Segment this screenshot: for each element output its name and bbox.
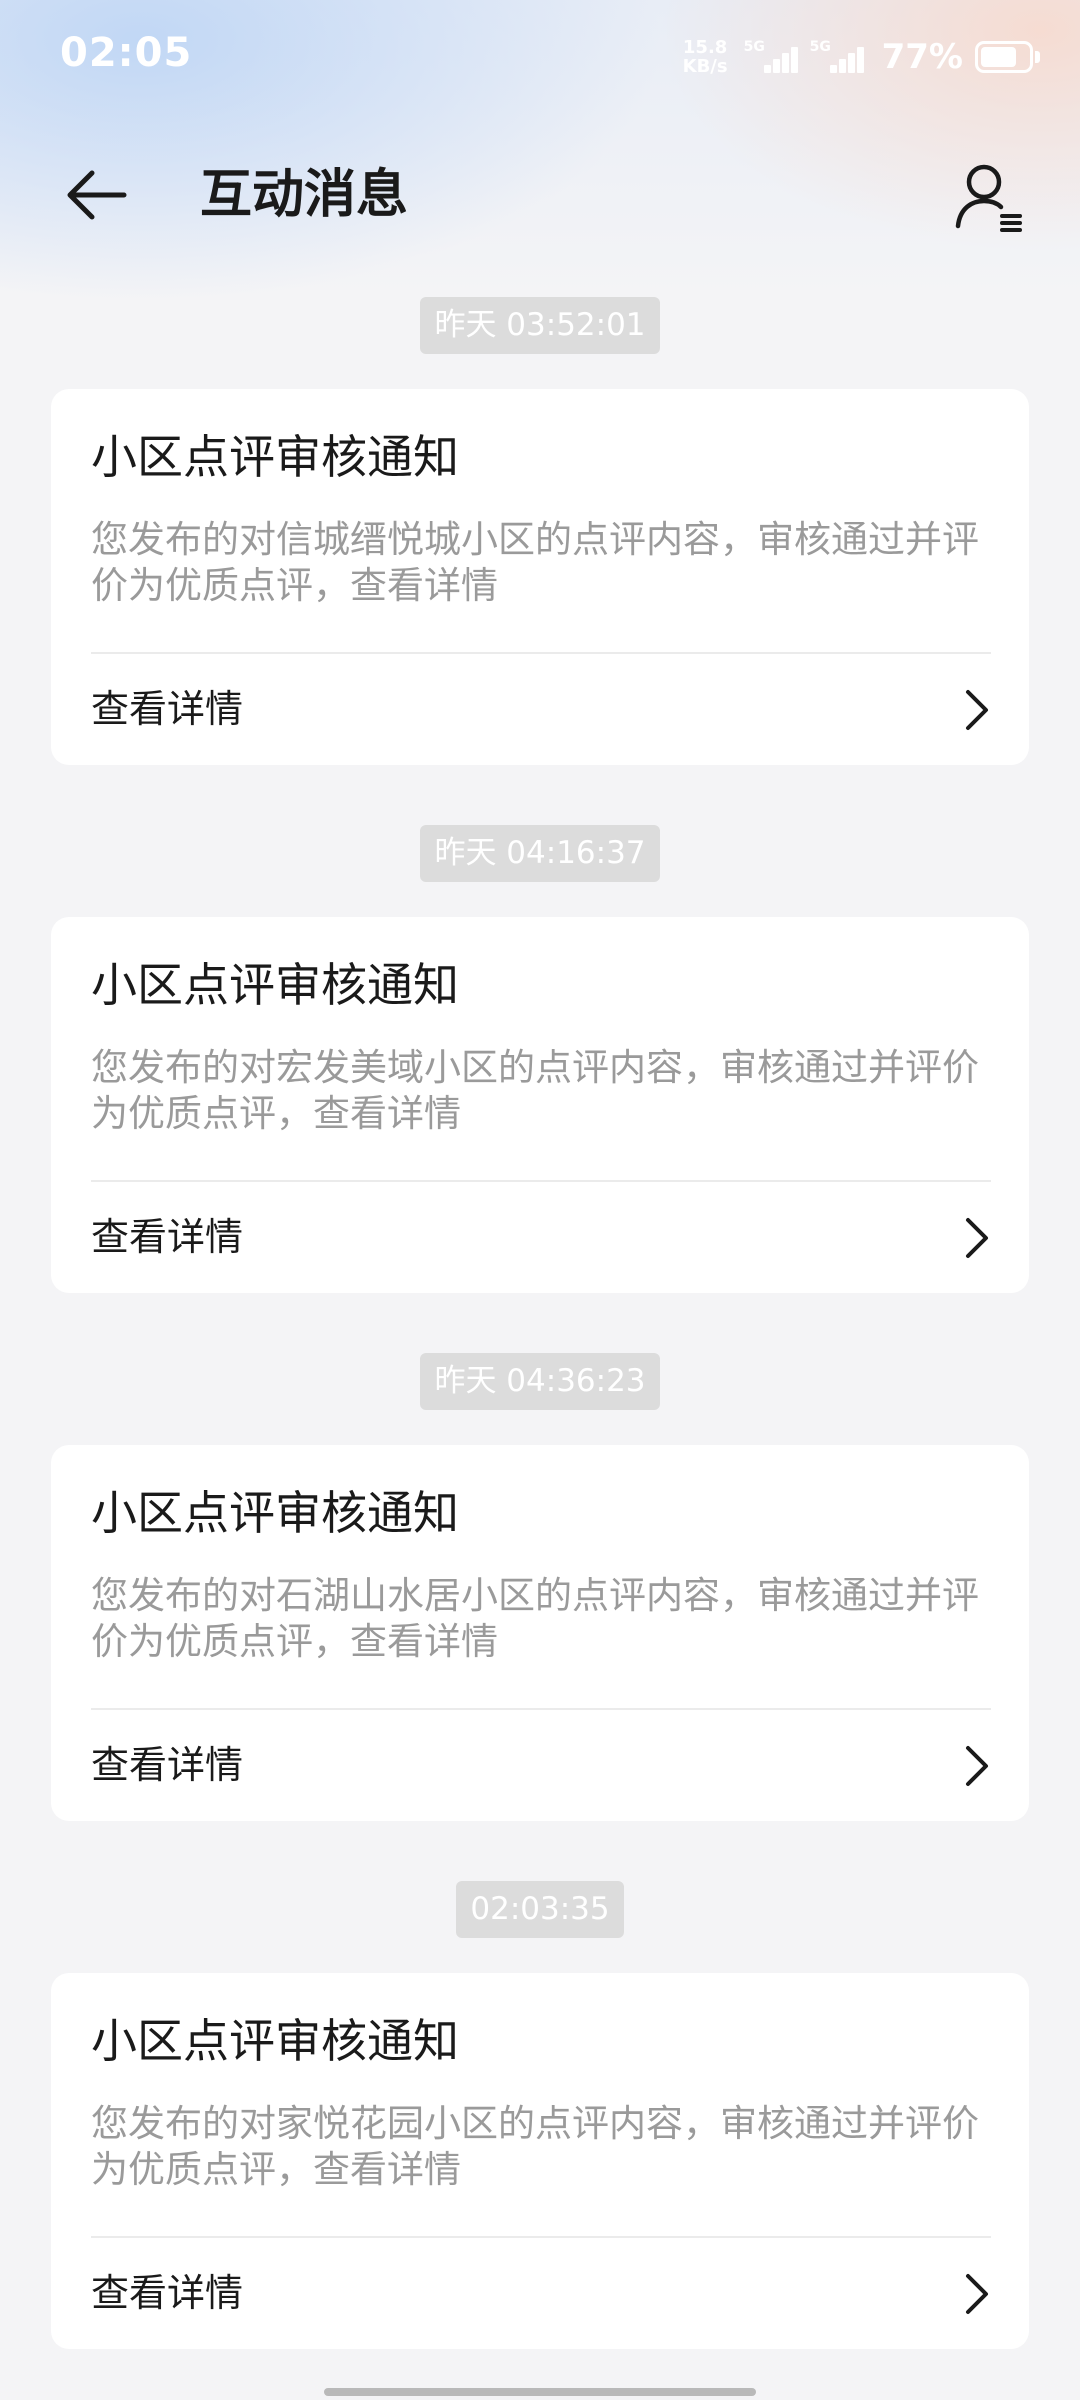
- message-title: 小区点评审核通知: [91, 430, 459, 484]
- battery-cap: [1035, 51, 1040, 63]
- sim2-network-label: 5G: [809, 39, 831, 55]
- message-timestamp: 昨天 04:36:23: [420, 1353, 660, 1410]
- view-details-label: 查看详情: [91, 1215, 244, 1259]
- message-body: 您发布的对石湖山水居小区的点评内容，审核通过并评价为优质点评，查看详情: [91, 1574, 979, 1663]
- page-title: 互动消息: [200, 165, 409, 225]
- view-details-label: 查看详情: [91, 1743, 244, 1787]
- chevron-right-icon: [966, 2274, 988, 2314]
- view-details-label: 查看详情: [91, 687, 244, 731]
- message-title: 小区点评审核通知: [91, 958, 459, 1012]
- chevron-right-icon: [966, 1746, 988, 1786]
- chevron-right-icon: [966, 1218, 988, 1258]
- message-card[interactable]: 小区点评审核通知 您发布的对家悦花园小区的点评内容，审核通过并评价为优质点评，查…: [51, 1973, 1029, 2349]
- status-icons: 15.8 KB/s 5G 5G 77%: [683, 34, 1040, 80]
- view-details-link[interactable]: 查看详情: [51, 1182, 1029, 1293]
- chevron-right-icon: [966, 690, 988, 730]
- network-speed-unit: KB/s: [682, 56, 728, 77]
- network-speed: 15.8 KB/s: [683, 38, 728, 76]
- message-card[interactable]: 小区点评审核通知 您发布的对宏发美域小区的点评内容，审核通过并评价为优质点评，查…: [51, 917, 1029, 1293]
- message-timestamp: 02:03:35: [456, 1881, 624, 1938]
- message-card[interactable]: 小区点评审核通知 您发布的对信城缙悦城小区的点评内容，审核通过并评价为优质点评，…: [51, 389, 1029, 765]
- timestamp-row: 昨天 04:36:23: [0, 1353, 1080, 1410]
- message-body: 您发布的对信城缙悦城小区的点评内容，审核通过并评价为优质点评，查看详情: [91, 518, 979, 607]
- view-details-link[interactable]: 查看详情: [51, 1710, 1029, 1821]
- message-timestamp: 昨天 03:52:01: [420, 297, 660, 354]
- network-speed-value: 15.8: [682, 37, 728, 58]
- view-details-link[interactable]: 查看详情: [51, 2238, 1029, 2349]
- home-indicator[interactable]: [324, 2388, 756, 2396]
- battery-icon: [975, 41, 1033, 73]
- message-title: 小区点评审核通知: [91, 2014, 459, 2068]
- message-list: 昨天 03:52:01 小区点评审核通知 您发布的对信城缙悦城小区的点评内容，审…: [0, 297, 1080, 2349]
- user-settings-icon: [955, 164, 1022, 232]
- timestamp-row: 昨天 04:16:37: [0, 825, 1080, 882]
- user-settings-button[interactable]: [952, 160, 1028, 236]
- signal-bars-icon: 5G: [744, 37, 800, 77]
- battery-percent: 77%: [881, 37, 963, 77]
- message-body: 您发布的对宏发美域小区的点评内容，审核通过并评价为优质点评，查看详情: [91, 1046, 979, 1135]
- signal-bars-icon: 5G: [810, 37, 866, 77]
- sim1-network-label: 5G: [743, 39, 765, 55]
- message-title: 小区点评审核通知: [91, 1486, 459, 1540]
- timestamp-row: 02:03:35: [0, 1881, 1080, 1938]
- battery-level-fill: [981, 47, 1016, 67]
- message-card[interactable]: 小区点评审核通知 您发布的对石湖山水居小区的点评内容，审核通过并评价为优质点评，…: [51, 1445, 1029, 1821]
- message-body: 您发布的对家悦花园小区的点评内容，审核通过并评价为优质点评，查看详情: [91, 2102, 979, 2191]
- message-timestamp: 昨天 04:16:37: [420, 825, 660, 882]
- back-button[interactable]: [58, 162, 138, 228]
- app-header: 互动消息: [0, 140, 1080, 250]
- view-details-label: 查看详情: [91, 2271, 244, 2315]
- timestamp-row: 昨天 03:52:01: [0, 297, 1080, 354]
- arrow-left-icon: [67, 170, 127, 220]
- view-details-link[interactable]: 查看详情: [51, 654, 1029, 765]
- status-time: 02:05: [60, 30, 193, 76]
- status-bar: 02:05 15.8 KB/s 5G 5G 77%: [0, 0, 1080, 116]
